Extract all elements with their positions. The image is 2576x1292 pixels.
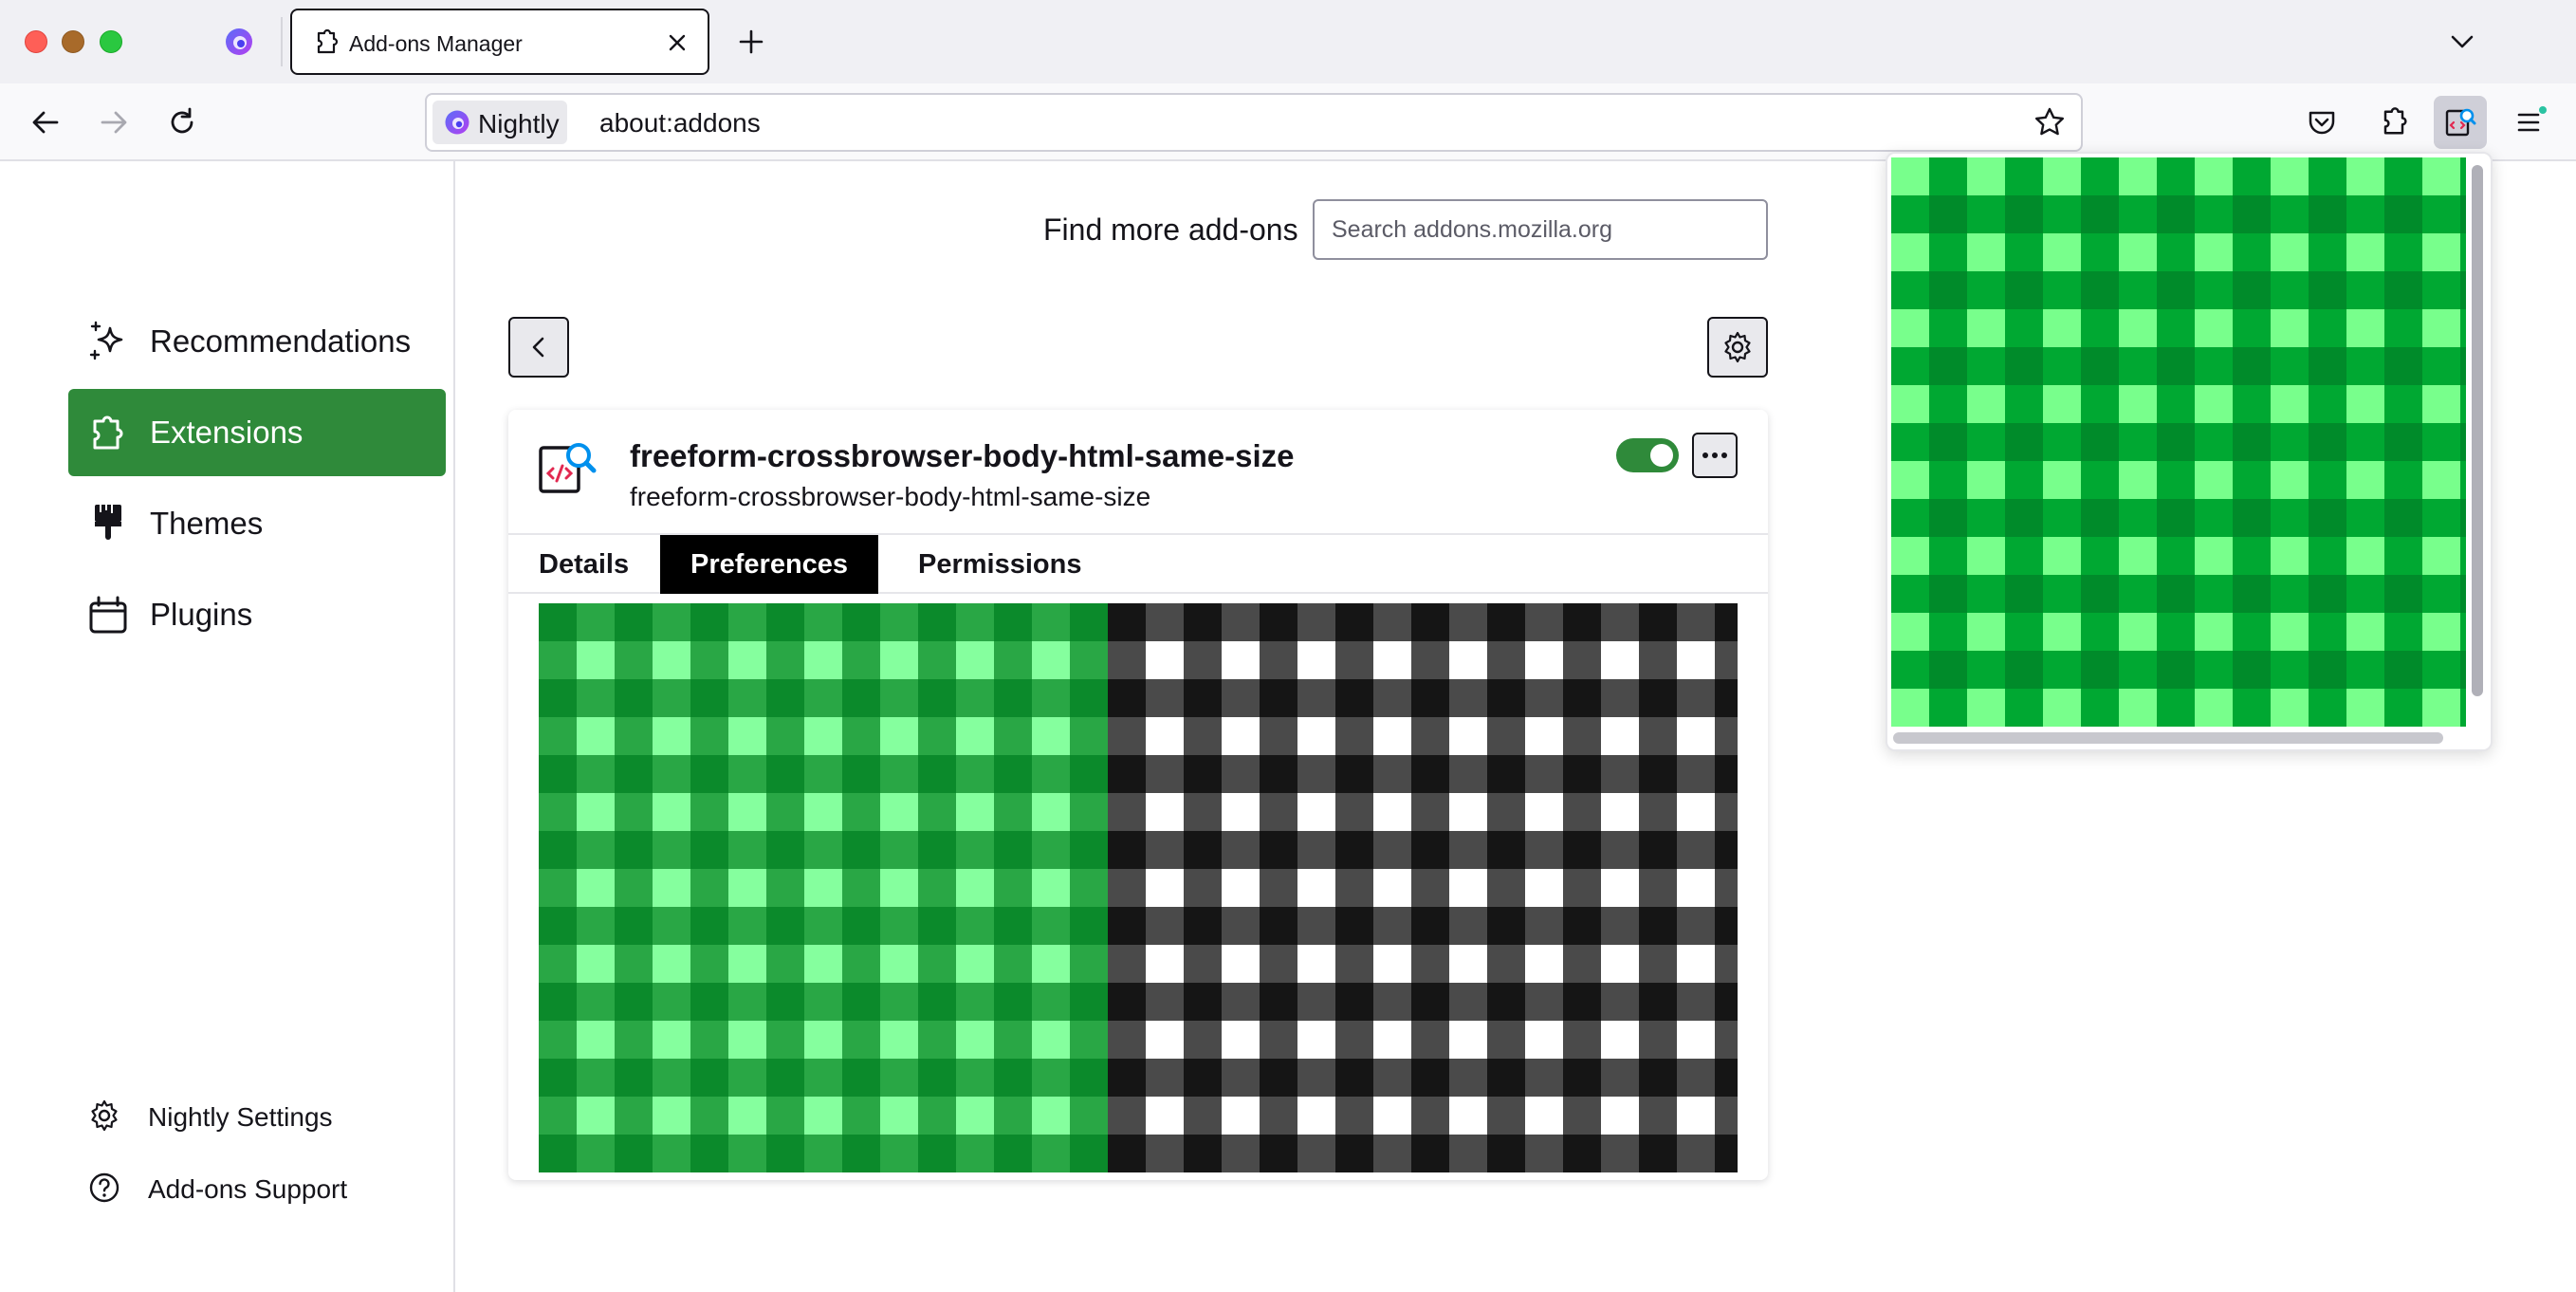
footer-link-label: Add-ons Support bbox=[148, 1174, 348, 1204]
category-label: Recommendations bbox=[150, 323, 412, 359]
nav-bar: Nightly about:addons bbox=[0, 83, 2576, 161]
popup-content[interactable] bbox=[1891, 157, 2466, 727]
tab-details[interactable]: Details bbox=[508, 535, 659, 594]
plugin-icon bbox=[89, 596, 127, 634]
category-label: Themes bbox=[150, 506, 264, 541]
zoom-window-button[interactable] bbox=[100, 30, 122, 53]
url-text[interactable]: about:addons bbox=[599, 108, 761, 138]
toggle-knob bbox=[1650, 444, 1673, 467]
forward-button[interactable] bbox=[91, 100, 137, 145]
nightly-logo-icon bbox=[445, 110, 469, 135]
close-window-button[interactable] bbox=[25, 30, 47, 53]
pocket-icon bbox=[2309, 111, 2335, 135]
popup-vertical-scrollbar[interactable] bbox=[2472, 165, 2483, 696]
popup-horizontal-scrollbar[interactable] bbox=[1893, 732, 2443, 744]
addon-name: freeform-crossbrowser-body-html-same-siz… bbox=[630, 438, 1295, 473]
addon-debug-icon bbox=[539, 443, 597, 493]
app-menu-button[interactable] bbox=[2504, 96, 2557, 149]
puzzle-icon bbox=[2383, 107, 2407, 135]
gear-icon bbox=[91, 1099, 118, 1132]
close-tab-icon[interactable] bbox=[660, 26, 694, 60]
category-recommendations[interactable]: Recommendations bbox=[68, 298, 446, 385]
chevron-down-icon[interactable] bbox=[2443, 23, 2481, 61]
arrow-left-icon bbox=[32, 111, 59, 134]
new-tab-icon[interactable] bbox=[732, 23, 770, 61]
tab-label: Preferences bbox=[690, 548, 849, 580]
category-label: Plugins bbox=[150, 597, 253, 632]
paintbrush-icon bbox=[95, 505, 121, 540]
back-button[interactable] bbox=[23, 100, 68, 145]
find-more-label: Find more add-ons bbox=[1043, 212, 1298, 247]
popup-checker-pattern bbox=[1891, 157, 2466, 727]
extension-popup[interactable] bbox=[1886, 152, 2493, 751]
tab-title: Add-ons Manager bbox=[349, 31, 523, 56]
addon-detail-tabs: Details Preferences Permissions bbox=[508, 533, 1768, 594]
pocket-button[interactable] bbox=[2295, 96, 2348, 149]
help-icon bbox=[89, 1172, 120, 1203]
gear-icon bbox=[1724, 331, 1751, 363]
category-plugins[interactable]: Plugins bbox=[68, 571, 446, 658]
tools-gear-button[interactable] bbox=[1707, 317, 1768, 378]
search-input[interactable] bbox=[1313, 199, 1768, 260]
tab-permissions[interactable]: Permissions bbox=[888, 535, 1112, 594]
arrow-right-icon bbox=[101, 111, 127, 134]
back-to-list-button[interactable] bbox=[508, 317, 569, 378]
categories-sidebar: Recommendations Extensions Themes Plugin… bbox=[0, 161, 455, 1292]
footer-link-label: Nightly Settings bbox=[148, 1102, 333, 1132]
tab-label: Details bbox=[539, 548, 630, 580]
extensions-button[interactable] bbox=[2367, 96, 2420, 149]
addon-toolbar-button[interactable] bbox=[2434, 96, 2487, 149]
identity-box[interactable]: Nightly bbox=[432, 101, 567, 144]
tab-bar: Add-ons Manager bbox=[0, 0, 2576, 83]
reload-icon bbox=[171, 107, 193, 134]
addon-debug-icon bbox=[2445, 108, 2476, 137]
preferences-content[interactable] bbox=[539, 603, 1738, 1172]
puzzle-icon bbox=[317, 28, 339, 54]
addon-enable-toggle[interactable] bbox=[1616, 438, 1679, 472]
chevron-left-icon bbox=[532, 337, 544, 358]
tab-addons-manager[interactable]: Add-ons Manager bbox=[290, 9, 709, 75]
category-label: Extensions bbox=[150, 415, 304, 450]
minimize-window-button[interactable] bbox=[62, 30, 84, 53]
url-bar[interactable]: Nightly about:addons bbox=[425, 93, 2083, 152]
puzzle-icon bbox=[93, 415, 123, 450]
preferences-checker-pattern bbox=[539, 603, 1738, 1172]
ellipsis-icon bbox=[1702, 452, 1727, 458]
category-extensions[interactable]: Extensions bbox=[68, 389, 446, 476]
category-themes[interactable]: Themes bbox=[68, 480, 446, 567]
addon-card: freeform-crossbrowser-body-html-same-siz… bbox=[508, 410, 1768, 1180]
firefox-view-icon[interactable] bbox=[224, 27, 254, 57]
tab-separator bbox=[281, 17, 283, 66]
tab-label: Permissions bbox=[918, 548, 1082, 580]
identity-label: Nightly bbox=[478, 109, 560, 138]
star-icon[interactable] bbox=[2032, 104, 2068, 140]
more-options-button[interactable] bbox=[1692, 433, 1738, 478]
sparkle-icon bbox=[89, 321, 123, 360]
addon-description: freeform-crossbrowser-body-html-same-siz… bbox=[630, 482, 1151, 511]
hamburger-menu-icon bbox=[2517, 106, 2547, 132]
reload-button[interactable] bbox=[159, 100, 205, 145]
tab-preferences[interactable]: Preferences bbox=[660, 535, 879, 594]
